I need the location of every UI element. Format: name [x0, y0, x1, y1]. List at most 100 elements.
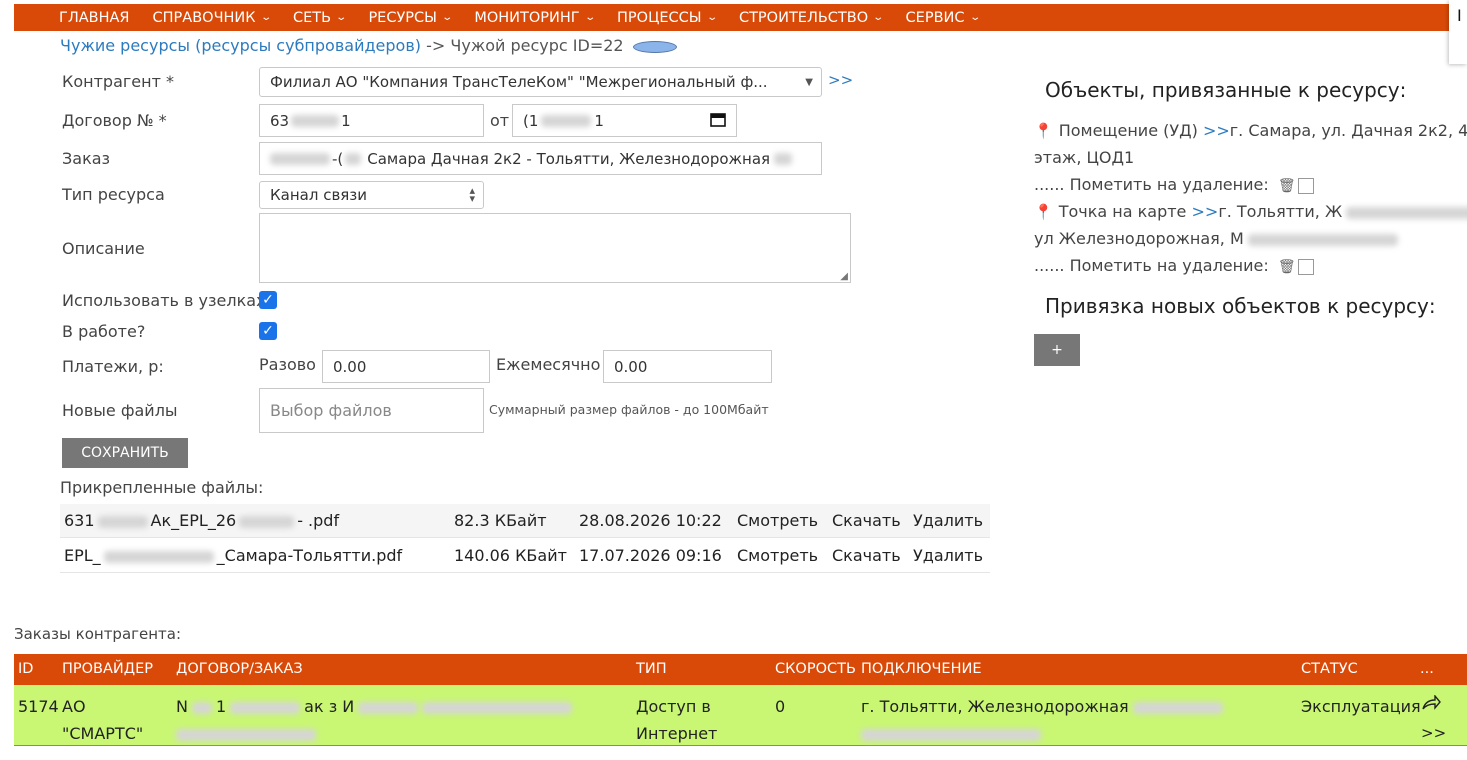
- monthly-label: Ежемесячно: [496, 355, 601, 374]
- updown-arrows-icon: ▴ ▾: [469, 184, 475, 205]
- file-view-link[interactable]: Смотреть: [737, 546, 818, 565]
- chevron-down-icon: ⌄: [259, 12, 272, 23]
- object-open-link[interactable]: >>: [1203, 121, 1230, 140]
- chevron-down-icon: ⌄: [441, 12, 454, 23]
- redacted-text: [774, 152, 793, 165]
- file-date: 17.07.2026 09:16: [579, 546, 722, 565]
- file-download-link[interactable]: Скачать: [832, 546, 901, 565]
- resize-handle-icon[interactable]: ◢: [840, 271, 848, 282]
- file-chooser[interactable]: Выбор файлов: [259, 388, 484, 433]
- file-view-link[interactable]: Смотреть: [737, 511, 818, 530]
- contract-date-input[interactable]: (1 1: [512, 104, 737, 137]
- col-contract[interactable]: ДОГОВОР/ЗАКАЗ: [176, 661, 303, 677]
- contract-label: Договор № *: [62, 111, 167, 130]
- chevron-down-icon: ▼: [805, 76, 813, 88]
- once-label: Разово: [259, 355, 316, 374]
- corner-char: I: [1457, 6, 1462, 25]
- nav-item-label: ПРОЦЕССЫ: [617, 9, 702, 26]
- file-download-link[interactable]: Скачать: [832, 511, 901, 530]
- contract-date-start: (1: [523, 111, 539, 130]
- file-date: 28.08.2026 10:22: [579, 511, 722, 530]
- col-speed[interactable]: СКОРОСТЬ: [775, 661, 856, 677]
- order-provider: АО "СМАРТС": [62, 697, 144, 743]
- order-label: Заказ: [62, 149, 111, 168]
- share-arrow-icon[interactable]: [1421, 694, 1441, 715]
- mark-delete-checkbox[interactable]: [1297, 177, 1314, 194]
- nav-item-label: СЕРВИС: [905, 9, 965, 26]
- file-chooser-label: Выбор файлов: [270, 401, 392, 420]
- mark-delete-checkbox[interactable]: [1297, 258, 1314, 275]
- col-provider[interactable]: ПРОВАЙДЕР: [62, 661, 153, 677]
- table-row[interactable]: 5174 АО "СМАРТС" N 1 ак з И Доступ в Интерне…: [14, 685, 1467, 746]
- chevron-down-icon: ⌄: [968, 12, 981, 23]
- breadcrumb-link-foreign-resources[interactable]: Чужие ресурсы (ресурсы субпровайдеров): [60, 36, 421, 55]
- contract-number-input[interactable]: 63 1: [259, 104, 484, 137]
- in-work-checkbox[interactable]: ✓: [259, 322, 277, 340]
- col-more: ...: [1420, 661, 1434, 677]
- resource-type-label: Тип ресурса: [62, 185, 165, 204]
- contract-date-mid: 1: [594, 111, 604, 130]
- nav-item-1[interactable]: СПРАВОЧНИК ⌄: [152, 9, 272, 26]
- save-button[interactable]: СОХРАНИТЬ: [62, 438, 188, 468]
- orders-table-header: ID ПРОВАЙДЕР ДОГОВОР/ЗАКАЗ ТИП СКОРОСТЬ …: [14, 654, 1467, 685]
- redacted-text: [541, 114, 592, 127]
- nav-item-7[interactable]: СЕРВИС ⌄: [905, 9, 981, 26]
- once-payment-input[interactable]: 0.00: [322, 350, 490, 383]
- resource-type-select[interactable]: Канал связи ▴ ▾: [259, 181, 484, 209]
- use-in-nodes-checkbox[interactable]: ✓: [259, 291, 277, 309]
- file-delete-link[interactable]: Удалить: [913, 511, 983, 530]
- linked-object-2: 📍 Точка на карте >>г. Тольятти, Ж: [1034, 202, 1467, 221]
- nav-item-2[interactable]: СЕТЬ ⌄: [293, 10, 348, 26]
- order-id: 5174: [18, 697, 59, 716]
- nav-item-label: СТРОИТЕЛЬСТВО: [738, 9, 869, 26]
- contractor-select[interactable]: Филиал АО "Компания ТрансТелеКом" "Межре…: [259, 67, 822, 97]
- contractor-value: Филиал АО "Компания ТрансТелеКом" "Межре…: [270, 73, 768, 91]
- add-object-button[interactable]: +: [1034, 334, 1080, 366]
- use-in-nodes-label: Использовать в узелках: [62, 291, 266, 310]
- bind-objects-title: Привязка новых объектов к ресурсу:: [1045, 294, 1436, 318]
- order-input[interactable]: -( Самара Дачная 2к2 - Тольятти, Железно…: [259, 142, 822, 175]
- col-status[interactable]: СТАТУС: [1301, 661, 1358, 677]
- chevron-down-icon: ⌄: [335, 12, 348, 23]
- trash-icon: 🗑: [1277, 178, 1296, 194]
- nav-item-label: МОНИТОРИНГ: [474, 9, 580, 26]
- mark-delete-row: ...... Пометить на удаление: 🗑: [1034, 256, 1314, 275]
- file-size: 82.3 КБайт: [454, 511, 547, 530]
- order-status: Эксплуатация: [1301, 697, 1421, 716]
- col-id[interactable]: ID: [18, 661, 33, 677]
- chevron-down-icon: ⌄: [872, 12, 885, 23]
- object-address: г. Тольятти, Ж: [1218, 202, 1343, 221]
- col-type[interactable]: ТИП: [636, 661, 667, 677]
- object-open-link[interactable]: >>: [1192, 202, 1219, 221]
- order-type: Доступ в Интернет: [636, 697, 718, 743]
- calendar-icon[interactable]: [710, 111, 726, 131]
- top-nav: ГЛАВНАЯ СПРАВОЧНИК ⌄ СЕТЬ ⌄ РЕСУРСЫ ⌄ МОНИТОРИН…: [14, 4, 1467, 31]
- object-address-cont: этаж, ЦОД1: [1034, 148, 1135, 167]
- order-speed: 0: [775, 697, 786, 716]
- breadcrumb-current: Чужой ресурс ID=22: [450, 36, 624, 55]
- redacted-text: [345, 152, 362, 165]
- monthly-payment-input[interactable]: 0.00: [603, 350, 772, 383]
- linked-object-1: 📍 Помещение (УД) >>г. Самара, ул. Дачная …: [1034, 121, 1467, 140]
- orders-title: Заказы контрагента:: [14, 625, 182, 643]
- redacted-text: [291, 114, 340, 127]
- col-connection[interactable]: ПОДКЛЮЧЕНИЕ: [861, 661, 982, 677]
- chevron-down-icon: ⌄: [705, 12, 718, 23]
- nav-item-4[interactable]: МОНИТОРИНГ ⌄: [474, 9, 595, 26]
- nav-item-label: РЕСУРСЫ: [368, 9, 437, 26]
- nav-item-6[interactable]: СТРОИТЕЛЬСТВО ⌄: [738, 9, 885, 26]
- object-type: Точка на карте: [1058, 202, 1187, 221]
- corner-widget[interactable]: I: [1449, 0, 1467, 64]
- nav-item-label: СПРАВОЧНИК: [152, 9, 256, 26]
- order-open-link[interactable]: >>: [1421, 724, 1446, 742]
- object-type: Помещение (УД): [1058, 121, 1198, 140]
- description-textarea[interactable]: ◢: [259, 213, 851, 283]
- linked-objects-title: Объекты, привязанные к ресурсу:: [1045, 78, 1407, 102]
- order-contract: N 1 ак з И: [176, 693, 626, 747]
- nav-item-5[interactable]: ПРОЦЕССЫ ⌄: [617, 9, 718, 26]
- nav-item-3[interactable]: РЕСУРСЫ ⌄: [368, 9, 454, 26]
- nav-item-0[interactable]: ГЛАВНАЯ: [59, 10, 130, 26]
- file-delete-link[interactable]: Удалить: [913, 546, 983, 565]
- contractor-open-link[interactable]: >>: [828, 71, 853, 89]
- redacted-text: [270, 152, 330, 165]
